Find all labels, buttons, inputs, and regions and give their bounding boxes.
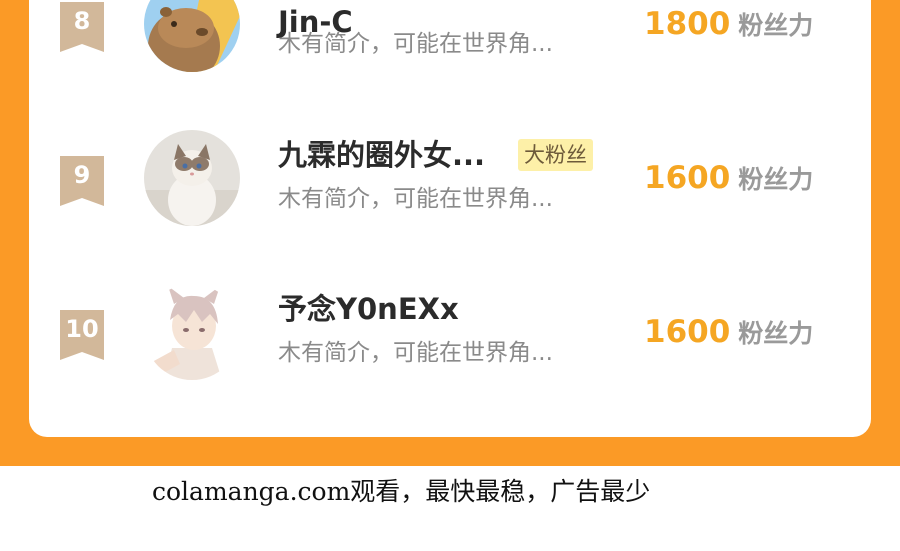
fan-power-value: 1600	[644, 314, 731, 350]
user-name[interactable]: 予念Y0nEXx	[278, 291, 459, 327]
fan-power-value: 1800	[644, 6, 731, 42]
fan-power: 1600 粉丝力	[644, 312, 813, 357]
ragdoll-cat-avatar-icon[interactable]	[144, 130, 240, 226]
ranking-row[interactable]: 8 Jin-C 木有简介，可能在世界角... 1800 粉丝力	[29, 0, 871, 80]
user-name[interactable]: 九霖的圈外女...	[278, 137, 485, 173]
big-fan-badge: 大粉丝	[518, 139, 593, 171]
user-description: 木有简介，可能在世界角...	[278, 31, 553, 57]
rank-number: 9	[73, 161, 91, 189]
fan-power-value: 1600	[644, 160, 731, 196]
fan-power: 1600 粉丝力	[644, 158, 813, 203]
ranking-row[interactable]: 9 九霖的圈外女... 大粉丝 木有简介，可能在世界角... 1600 粉丝力	[29, 125, 871, 235]
fan-power-unit: 粉丝力	[738, 11, 814, 40]
ranking-row[interactable]: 10 予念Y0nEXx 木有简介，可能在世界角... 1600 粉丝力	[29, 279, 871, 389]
fan-power-unit: 粉丝力	[738, 319, 814, 348]
rank-badge-icon: 9	[60, 156, 104, 206]
ranking-card: 8 Jin-C 木有简介，可能在世界角... 1800 粉丝力 9 九霖的圈外女…	[29, 0, 871, 437]
fan-power-unit: 粉丝力	[738, 165, 814, 194]
footer-watermark-text: colamanga.com观看，最快最稳，广告最少	[152, 477, 651, 506]
rank-badge-icon: 8	[60, 2, 104, 52]
rank-badge-icon: 10	[60, 310, 104, 360]
anime-boy-avatar-icon[interactable]	[144, 284, 240, 380]
capybara-avatar-icon[interactable]	[144, 0, 240, 72]
rank-number: 10	[65, 315, 99, 343]
rank-number: 8	[73, 7, 91, 35]
user-description: 木有简介，可能在世界角...	[278, 340, 553, 366]
fan-power: 1800 粉丝力	[644, 4, 813, 49]
user-description: 木有简介，可能在世界角...	[278, 186, 553, 212]
